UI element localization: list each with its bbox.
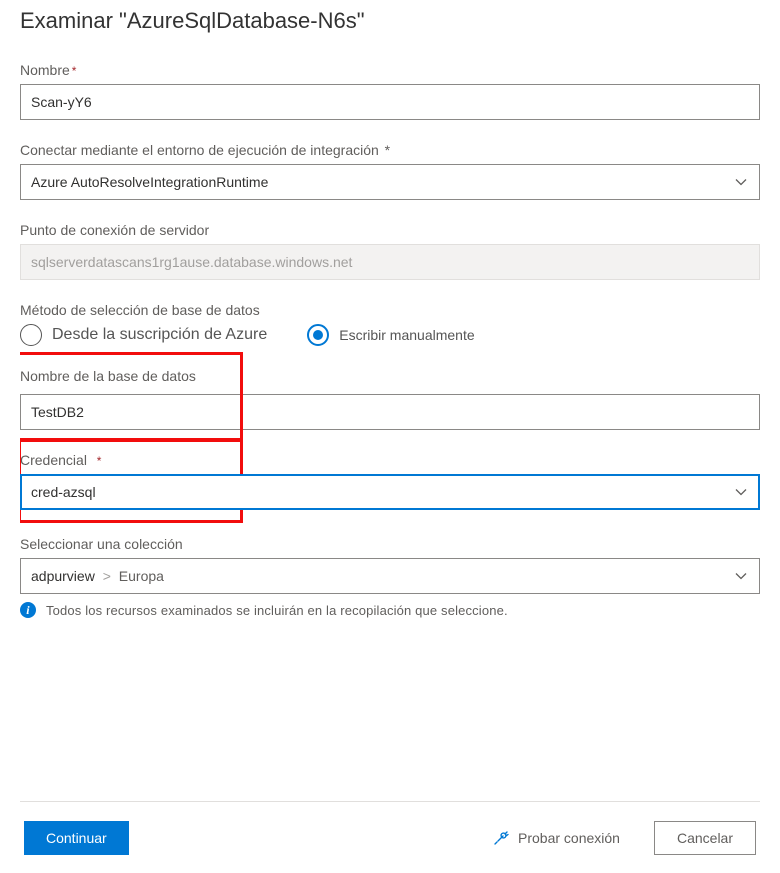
page-title: Examinar "AzureSqlDatabase-N6s" bbox=[20, 8, 760, 34]
collection-child: Europa bbox=[119, 568, 164, 584]
radio-label-manual: Escribir manualmente bbox=[339, 327, 474, 343]
field-credential: Credencial * cred-azsql bbox=[20, 452, 760, 510]
field-collection: Seleccionar una colección adpurview > Eu… bbox=[20, 536, 760, 618]
cancel-button[interactable]: Cancelar bbox=[654, 821, 756, 855]
collection-root: adpurview bbox=[31, 568, 95, 584]
continue-button[interactable]: Continuar bbox=[24, 821, 129, 855]
label-dbmethod: Método de selección de base de datos bbox=[20, 302, 760, 318]
field-dbname: Nombre de la base de datos bbox=[20, 368, 760, 430]
required-asterisk: * bbox=[381, 142, 390, 158]
test-connection-button[interactable]: Probar conexión bbox=[488, 825, 624, 851]
label-endpoint: Punto de conexión de servidor bbox=[20, 222, 760, 238]
dbname-input[interactable] bbox=[20, 394, 760, 430]
label-runtime: Conectar mediante el entorno de ejecució… bbox=[20, 142, 760, 158]
collection-select[interactable]: adpurview > Europa bbox=[20, 558, 760, 594]
required-asterisk: * bbox=[97, 454, 102, 468]
collection-info-text: Todos los recursos examinados se incluir… bbox=[46, 603, 508, 618]
footer: Continuar Probar conexión Cancelar bbox=[20, 801, 760, 873]
credential-value: cred-azsql bbox=[31, 484, 96, 500]
breadcrumb-separator: > bbox=[99, 568, 115, 584]
plug-icon bbox=[492, 829, 510, 847]
runtime-select[interactable]: Azure AutoResolveIntegrationRuntime bbox=[20, 164, 760, 200]
info-icon: i bbox=[20, 602, 36, 618]
field-dbmethod: Método de selección de base de datos Des… bbox=[20, 302, 760, 346]
field-runtime: Conectar mediante el entorno de ejecució… bbox=[20, 142, 760, 200]
radio-circle-icon bbox=[20, 324, 42, 346]
name-input[interactable] bbox=[20, 84, 760, 120]
label-collection: Seleccionar una colección bbox=[20, 536, 760, 552]
field-name: Nombre* bbox=[20, 62, 760, 120]
test-connection-label: Probar conexión bbox=[518, 830, 620, 846]
required-asterisk: * bbox=[72, 64, 77, 78]
runtime-value: Azure AutoResolveIntegrationRuntime bbox=[31, 174, 268, 190]
radio-label-subscription: Desde la suscripción de Azure bbox=[52, 326, 267, 344]
endpoint-input: sqlserverdatascans1rg1ause.database.wind… bbox=[20, 244, 760, 280]
radio-enter-manually[interactable]: Escribir manualmente bbox=[307, 324, 474, 346]
radio-circle-icon bbox=[307, 324, 329, 346]
label-dbname: Nombre de la base de datos bbox=[20, 368, 760, 384]
credential-select[interactable]: cred-azsql bbox=[20, 474, 760, 510]
field-endpoint: Punto de conexión de servidor sqlserverd… bbox=[20, 222, 760, 280]
radio-from-subscription[interactable]: Desde la suscripción de Azure bbox=[20, 324, 267, 346]
collection-info: i Todos los recursos examinados se inclu… bbox=[20, 602, 760, 618]
label-credential: Credencial * bbox=[20, 452, 760, 468]
label-name: Nombre* bbox=[20, 62, 760, 78]
